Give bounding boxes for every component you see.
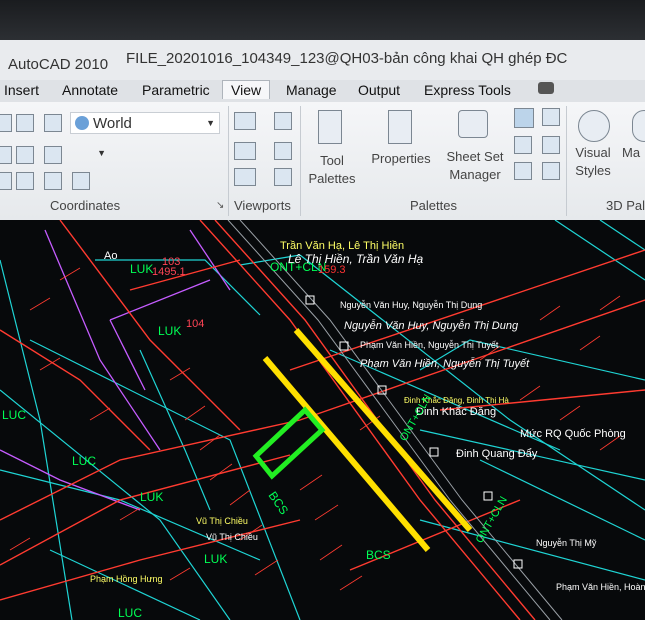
tab-annotate[interactable]: Annotate — [62, 82, 118, 98]
panel-separator — [300, 106, 301, 216]
landuse-code-label: LUC — [72, 454, 97, 468]
parcel-boundaries — [0, 220, 645, 620]
owner-label: Lê Thị Hiền, Trần Văn Hạ — [288, 252, 424, 266]
ucs-axis-icon[interactable] — [44, 114, 62, 132]
viewport-join-icon[interactable] — [274, 142, 292, 160]
owner-label: Phạm Văn Hiền, Hoàng Thị — [556, 582, 645, 592]
properties-label: Properties — [371, 151, 431, 166]
sheet-set-manager-label: Sheet Set Manager — [446, 149, 504, 182]
tab-express-tools[interactable]: Express Tools — [424, 82, 511, 98]
landuse-code-label: LUK — [140, 490, 164, 504]
parcel-number-label: 104 — [186, 318, 205, 330]
calculator-icon[interactable] — [514, 136, 532, 154]
ucs-origin-icon[interactable] — [0, 146, 12, 164]
owner-label: Phạm Hồng Hưng — [90, 574, 163, 584]
boundary-note-label: Mức RQ Quốc Phòng — [520, 428, 626, 440]
landuse-code-label: BCS — [366, 548, 391, 562]
external-references-icon[interactable] — [542, 162, 560, 180]
landuse-code-label: LUK — [130, 262, 154, 276]
ucs-icon[interactable] — [0, 114, 12, 132]
area-label: 1495.1 — [152, 266, 186, 278]
command-line-icon[interactable] — [514, 162, 532, 180]
tab-parametric[interactable]: Parametric — [142, 82, 210, 98]
owner-label: Nguyễn Văn Huy, Nguyễn Thị Dung — [340, 300, 483, 310]
landuse-code-label: LUC — [2, 408, 27, 422]
ucs-dropdown[interactable]: World ▼ — [70, 112, 220, 134]
landuse-code-label: LUK — [158, 324, 182, 338]
ucs-named-dropdown[interactable]: ▼ — [70, 144, 110, 164]
tool-palettes-icon — [318, 110, 342, 144]
tab-insert[interactable]: Insert — [4, 82, 39, 98]
visual-styles-icon — [578, 110, 610, 142]
monitor-bezel — [0, 0, 645, 40]
dbconnect-icon[interactable] — [542, 136, 560, 154]
sheet-set-manager-icon — [458, 110, 488, 138]
viewports-panel-title: Viewports — [234, 198, 291, 213]
owner-label: Vũ Thị Chiều — [206, 532, 258, 542]
markup-set-icon[interactable] — [542, 108, 560, 126]
viewport-config-icon[interactable] — [234, 112, 256, 130]
owner-label: Trần Văn Hạ, Lê Thị Hiền — [280, 240, 405, 252]
selected-parcel[interactable] — [252, 406, 326, 480]
file-title: FILE_20201016_104349_123@QH03-bản công k… — [126, 50, 568, 67]
ucs-view-icon[interactable] — [0, 172, 12, 190]
named-viewports-icon[interactable] — [274, 112, 292, 130]
owner-label: Vũ Thị Chiều — [196, 516, 248, 526]
owner-label: Nguyễn Thị Mỹ — [536, 538, 597, 548]
viewport-grid-icon[interactable] — [274, 168, 292, 186]
ribbon-minimize-icon[interactable] — [538, 82, 554, 94]
tab-view[interactable]: View — [222, 80, 271, 99]
tool-palettes-label: Tool Palettes — [308, 153, 356, 186]
globe-icon — [75, 116, 89, 130]
ucs-3point-icon[interactable] — [44, 172, 62, 190]
ucs-world-icon[interactable] — [16, 114, 34, 132]
owner-label: Đinh Quang Đẩy — [456, 448, 538, 460]
owner-label: Nguyễn Văn Huy, Nguyễn Thị Dung — [344, 320, 519, 332]
ucs-icon-properties-icon[interactable] — [72, 172, 90, 190]
landuse-code-label: LUC — [118, 606, 143, 620]
chevron-down-icon: ▼ — [206, 118, 215, 128]
road-lines — [0, 220, 645, 620]
properties-icon — [388, 110, 412, 144]
ucs-dropdown-value: World — [93, 115, 132, 132]
owner-label: Phạm Văn Hiền, Nguyễn Thị Tuyết — [360, 340, 499, 350]
materials-icon — [632, 110, 645, 142]
ucs-zaxis-icon[interactable] — [44, 146, 62, 164]
panel-separator — [228, 106, 229, 216]
road-edges — [227, 220, 563, 620]
3d-palettes-panel-title: 3D Pale — [606, 198, 645, 213]
visual-styles-label: Visual Styles — [575, 145, 611, 178]
ribbon-tab-bar: Insert Annotate Parametric View Manage O… — [0, 80, 645, 102]
ucs-object-icon[interactable] — [16, 172, 34, 190]
ribbon: World ▼ ▼ Coordinates ↘ Viewports Tool P… — [0, 102, 645, 221]
coordinates-panel-title: Coordinates — [50, 198, 121, 213]
tab-output[interactable]: Output — [358, 82, 400, 98]
viewport-clip-icon[interactable] — [234, 142, 256, 160]
palettes-panel-title: Palettes — [410, 198, 457, 213]
tab-manage[interactable]: Manage — [286, 82, 337, 98]
title-bar: AutoCAD 2010 FILE_20201016_104349_123@QH… — [0, 40, 645, 81]
materials-label: Ma — [622, 145, 641, 160]
drawing-canvas[interactable]: Trần Văn Hạ, Lê Thị Hiền ONT+CLN 159.3 L… — [0, 220, 645, 620]
design-center-icon[interactable] — [514, 108, 534, 128]
chevron-down-icon: ▼ — [97, 148, 106, 158]
owner-label: Phạm Văn Hiền, Nguyễn Thị Tuyết — [360, 358, 530, 370]
ucs-z-icon[interactable] — [16, 146, 34, 164]
landuse-code-label: LUK — [204, 552, 228, 566]
landuse-code-label: Ao — [104, 250, 118, 262]
panel-separator — [566, 106, 567, 216]
app-name: AutoCAD 2010 — [8, 56, 109, 73]
panel-launcher-icon[interactable]: ↘ — [216, 200, 224, 211]
viewport-restore-icon[interactable] — [234, 168, 256, 186]
cad-drawing — [0, 220, 645, 620]
